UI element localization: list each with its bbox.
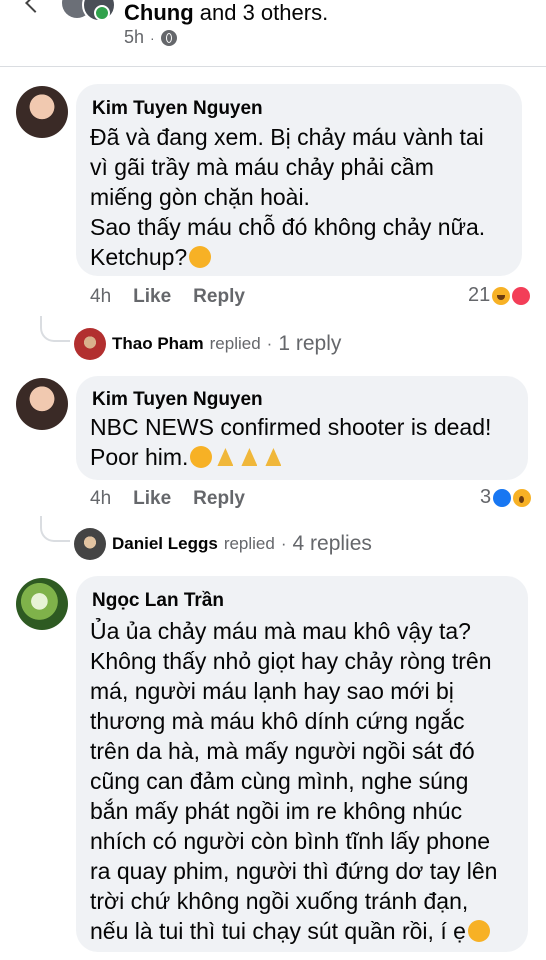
- reply-button[interactable]: Reply: [193, 488, 245, 510]
- comment-bubble: Kim Tuyen Nguyen Đã và đang xem. Bị chảy…: [76, 84, 522, 276]
- avatar: [74, 528, 106, 560]
- comment-bubble: Kim Tuyen Nguyen NBC NEWS confirmed shoo…: [76, 376, 528, 480]
- comment-time[interactable]: 4h: [90, 488, 111, 510]
- pensive-face-emoji: [190, 446, 213, 468]
- reaction-summary[interactable]: 21: [468, 284, 531, 307]
- post-time[interactable]: 5h: [124, 27, 144, 48]
- reply-author: Thao Pham: [112, 334, 204, 353]
- separator: ·: [280, 534, 287, 553]
- online-status-icon: [94, 5, 110, 21]
- like-button[interactable]: Like: [133, 286, 171, 308]
- reaction-count: 21: [468, 284, 491, 306]
- comment-text: Ủa ủa chảy máu mà mau khô vậy ta? Không …: [90, 616, 522, 946]
- comment-text-content: Ủa ủa chảy máu mà mau khô vậy ta? Không …: [90, 618, 498, 944]
- separator: ·: [266, 334, 273, 353]
- post-title-rest: and 3 others.: [193, 0, 329, 25]
- post-author-name[interactable]: Chung: [124, 0, 194, 25]
- folded-hands-emoji: [262, 446, 284, 468]
- replies-link[interactable]: Thao Pham replied · 1 reply: [74, 328, 341, 360]
- tongue-face-emoji: [467, 920, 490, 942]
- comment-actions: 4h Like Reply: [90, 286, 245, 308]
- comment-text: NBC NEWS confirmed shooter is dead! Poor…: [90, 412, 520, 472]
- like-button[interactable]: Like: [133, 488, 171, 510]
- comment-bubble: Ngọc Lan Trần Ủa ủa chảy máu mà mau khô …: [76, 576, 528, 952]
- comment-time[interactable]: 4h: [90, 286, 111, 308]
- folded-hands-emoji: [238, 446, 260, 468]
- post-header: Chung and 3 others. 5h ·: [0, 0, 546, 66]
- chevron-icon[interactable]: [25, 0, 45, 13]
- comment-text-content: Đã và đang xem. Bị chảy máu vành tai vì …: [90, 124, 486, 270]
- comment-text-content: NBC NEWS confirmed shooter is dead! Poor…: [90, 414, 492, 470]
- replied-label: replied: [223, 534, 275, 553]
- pleading-face-emoji: [189, 246, 212, 268]
- reactor-avatars: [62, 0, 122, 22]
- globe-icon: [160, 29, 177, 46]
- comment-text: Đã và đang xem. Bị chảy máu vành tai vì …: [90, 122, 515, 272]
- haha-reaction-icon: [492, 286, 511, 305]
- wow-reaction-icon: [513, 488, 532, 507]
- replies-link[interactable]: Daniel Leggs replied · 4 replies: [74, 528, 372, 560]
- reply-count: 1 reply: [278, 332, 342, 355]
- reply-button[interactable]: Reply: [193, 286, 245, 308]
- comment-author[interactable]: Kim Tuyen Nguyen: [92, 98, 263, 120]
- avatar[interactable]: [16, 86, 68, 138]
- replied-label: replied: [209, 334, 261, 353]
- thread-line: [40, 316, 70, 342]
- post-title[interactable]: Chung and 3 others.: [124, 0, 328, 26]
- reaction-summary[interactable]: 3: [480, 486, 532, 509]
- comment-author[interactable]: Ngọc Lan Trần: [92, 590, 224, 612]
- post-meta: 5h ·: [124, 27, 177, 48]
- comment-author[interactable]: Kim Tuyen Nguyen: [92, 389, 263, 411]
- heart-reaction-icon: [512, 286, 531, 305]
- reply-author: Daniel Leggs: [112, 534, 218, 553]
- avatar: [74, 328, 106, 360]
- comment-actions: 4h Like Reply: [90, 488, 245, 510]
- folded-hands-emoji: [214, 446, 236, 468]
- reply-count: 4 replies: [292, 532, 372, 555]
- thread-line: [40, 516, 70, 542]
- divider: [0, 66, 546, 67]
- reaction-count: 3: [480, 486, 492, 508]
- avatar[interactable]: [16, 378, 68, 430]
- avatar[interactable]: [16, 578, 68, 630]
- like-reaction-icon: [493, 488, 512, 507]
